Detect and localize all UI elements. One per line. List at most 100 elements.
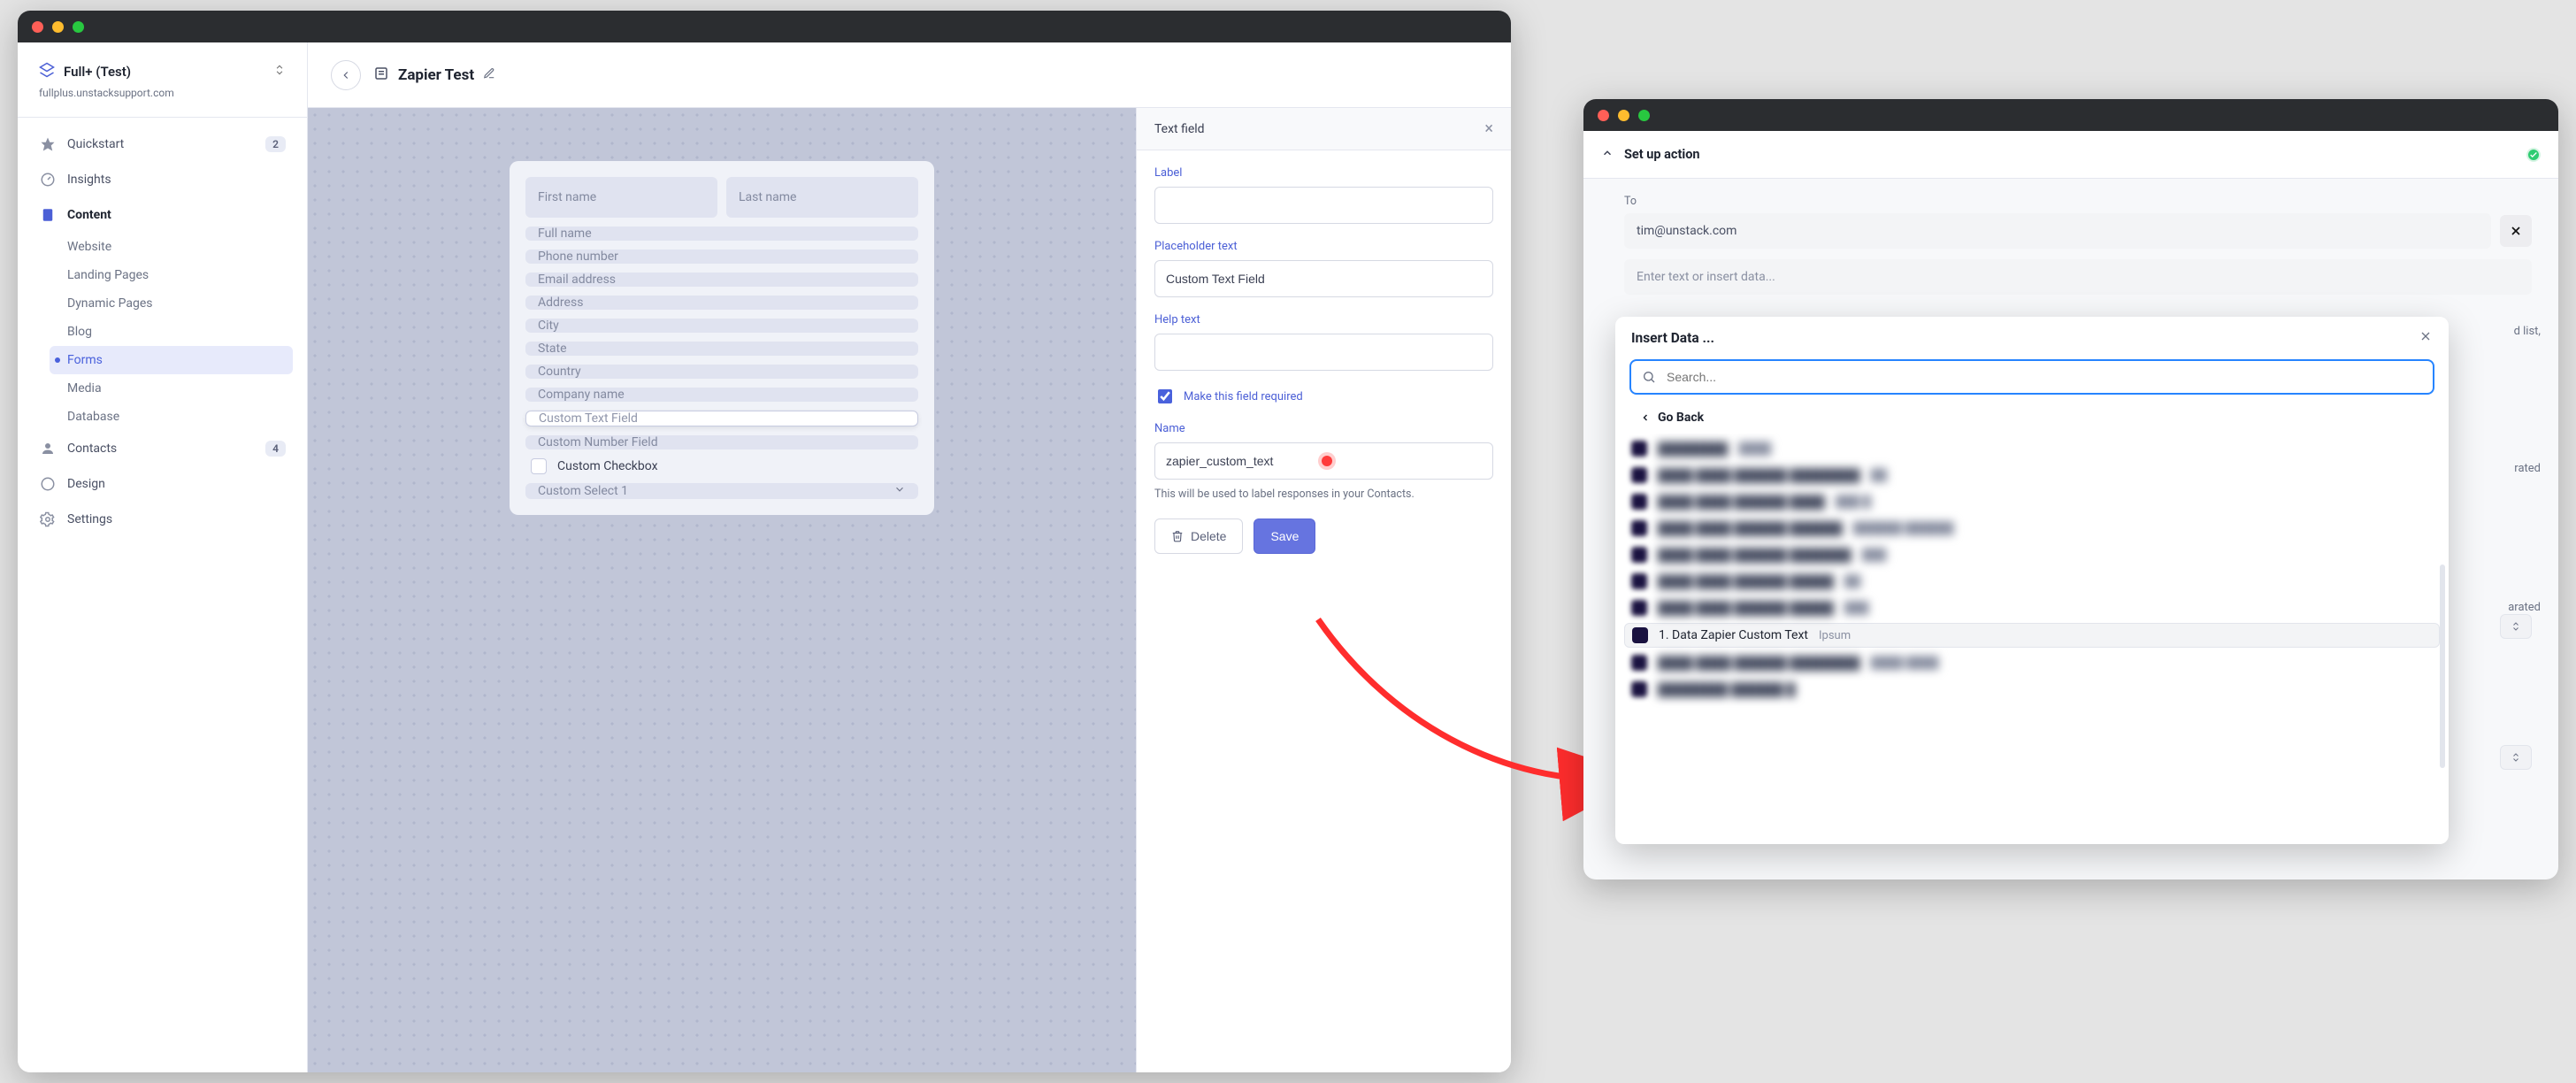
form-icon <box>373 65 389 85</box>
pencil-icon[interactable] <box>483 67 495 83</box>
list-item[interactable]: ████ ████ ██████ ████████ <box>1624 596 2440 619</box>
field-custom-checkbox[interactable]: Custom Checkbox <box>525 458 918 474</box>
behind-text-3: rated <box>2514 462 2541 475</box>
delete-button[interactable]: Delete <box>1154 518 1243 554</box>
to-input[interactable]: tim@unstack.com <box>1624 213 2491 249</box>
sidebar-item-settings[interactable]: Settings <box>18 502 307 537</box>
minimize-traffic-icon[interactable] <box>52 21 64 33</box>
page-header: Zapier Test <box>308 42 1511 108</box>
sub-item-landing-pages[interactable]: Landing Pages <box>67 261 307 289</box>
sidebar-item-design[interactable]: Design <box>18 466 307 502</box>
popover-title: Insert Data ... <box>1631 330 1714 346</box>
gauge-icon <box>39 172 57 188</box>
back-button[interactable] <box>331 60 361 90</box>
insert-row-label: 1. Data Zapier Custom Text <box>1659 628 1808 642</box>
field-custom-number[interactable]: Custom Number Field <box>525 435 918 449</box>
star-icon <box>39 136 57 152</box>
behind-text-1: d list, <box>2514 325 2541 338</box>
trash-icon <box>1171 530 1184 542</box>
quickstart-badge: 2 <box>265 136 286 152</box>
help-title: Help text <box>1154 313 1493 326</box>
sub-item-dynamic-pages[interactable]: Dynamic Pages <box>67 289 307 318</box>
field-city[interactable]: City <box>525 319 918 333</box>
behind-dropdown-icon[interactable] <box>2500 614 2532 639</box>
field-phone[interactable]: Phone number <box>525 250 918 264</box>
scrollbar[interactable] <box>2440 565 2445 768</box>
field-custom-select[interactable]: Custom Select 1 <box>525 483 918 499</box>
body-input[interactable]: Enter text or insert data... <box>1624 259 2532 295</box>
close-traffic-icon[interactable] <box>1598 110 1609 121</box>
field-first-name[interactable]: First name <box>525 177 717 218</box>
content-submenu: Website Landing Pages Dynamic Pages Blog… <box>18 233 307 431</box>
popover-search-input[interactable] <box>1665 369 2422 385</box>
checkbox-icon <box>531 458 547 474</box>
insert-row-value: Ipsum <box>1819 629 1851 642</box>
name-title: Name <box>1154 422 1493 435</box>
palette-icon <box>39 476 57 492</box>
sidebar-item-content[interactable]: Content <box>18 197 307 233</box>
sub-item-website[interactable]: Website <box>67 233 307 261</box>
help-input[interactable] <box>1154 334 1493 371</box>
field-full-name[interactable]: Full name <box>525 227 918 241</box>
insert-data-list[interactable]: ████████████ ████ ████ ██████ ██████████… <box>1615 434 2449 710</box>
zapier-step-header[interactable]: Set up action <box>1583 131 2558 179</box>
sidebar-item-insights[interactable]: Insights <box>18 162 307 197</box>
close-icon[interactable]: × <box>1484 119 1493 138</box>
zoom-traffic-icon[interactable] <box>1638 110 1650 121</box>
gear-icon <box>39 511 57 527</box>
app-icon <box>1632 627 1648 643</box>
list-item[interactable]: ████ ████ ██████ ███████ █ <box>1624 490 2440 513</box>
field-email[interactable]: Email address <box>525 273 918 287</box>
sub-item-database[interactable]: Database <box>67 403 307 431</box>
field-address[interactable]: Address <box>525 296 918 310</box>
field-last-name[interactable]: Last name <box>726 177 918 218</box>
list-item[interactable]: ████ ████ ██████ ████████████ ██████ <box>1624 517 2440 540</box>
popover-search[interactable] <box>1629 359 2434 395</box>
required-row[interactable]: Make this field required <box>1154 387 1493 406</box>
list-item[interactable]: ████████ ██████ █ <box>1624 678 2440 701</box>
list-item[interactable]: ████████████ <box>1624 437 2440 460</box>
field-custom-text[interactable]: Custom Text Field <box>525 411 918 426</box>
required-checkbox[interactable] <box>1158 389 1172 403</box>
field-company[interactable]: Company name <box>525 388 918 402</box>
save-button[interactable]: Save <box>1254 518 1315 554</box>
search-icon <box>1642 370 1656 384</box>
go-back-button[interactable]: Go Back <box>1615 405 2449 434</box>
clear-to-button[interactable] <box>2500 215 2532 247</box>
traffic-lights-right <box>1598 110 1650 121</box>
sub-item-blog[interactable]: Blog <box>67 318 307 346</box>
site-domain: fullplus.unstacksupport.com <box>18 87 307 111</box>
behind-dropdown-icon[interactable] <box>2500 745 2532 770</box>
insert-data-popover: Insert Data ... Go Back ████████████ ███… <box>1615 317 2449 844</box>
chevron-updown-icon <box>273 64 286 80</box>
close-traffic-icon[interactable] <box>32 21 43 33</box>
zoom-traffic-icon[interactable] <box>73 21 84 33</box>
highlight-dot-icon <box>1322 456 1332 466</box>
list-item[interactable]: ████ ████ ██████ ██████████ <box>1624 543 2440 566</box>
page-title: Zapier Test <box>398 66 474 84</box>
sidebar-item-contacts[interactable]: Contacts 4 <box>18 431 307 466</box>
form-preview: First name Last name Full name Phone num… <box>510 161 934 515</box>
chevron-up-icon <box>1601 147 1614 163</box>
list-item-highlight[interactable]: 1. Data Zapier Custom Text Ipsum <box>1624 623 2440 648</box>
placeholder-input[interactable] <box>1154 260 1493 297</box>
sub-item-forms[interactable]: Forms <box>50 346 293 374</box>
popover-close-icon[interactable] <box>2419 329 2433 347</box>
minimize-traffic-icon[interactable] <box>1618 110 1629 121</box>
list-item[interactable]: ████ ████ ██████ ████████████ ████ <box>1624 651 2440 674</box>
label-input[interactable] <box>1154 187 1493 224</box>
form-canvas[interactable]: First name Last name Full name Phone num… <box>308 108 1136 1072</box>
site-picker[interactable]: Full+ (Test) <box>18 62 307 87</box>
field-state[interactable]: State <box>525 342 918 356</box>
chevron-left-icon <box>1640 412 1651 423</box>
window-titlebar-right <box>1583 99 2558 131</box>
field-settings-panel: Text field × Label Placeholder text <box>1136 108 1511 1072</box>
name-hint: This will be used to label responses in … <box>1154 487 1493 503</box>
zapier-window: Set up action To tim@unstack.com Enter t… <box>1583 99 2558 879</box>
main-content: Zapier Test First name Last name Full na… <box>308 42 1511 1072</box>
sub-item-media[interactable]: Media <box>67 374 307 403</box>
sidebar-item-quickstart[interactable]: Quickstart 2 <box>18 127 307 162</box>
field-country[interactable]: Country <box>525 365 918 379</box>
list-item[interactable]: ████ ████ ██████ ███████ <box>1624 570 2440 593</box>
list-item[interactable]: ████ ████ ██████ ██████████ <box>1624 464 2440 487</box>
